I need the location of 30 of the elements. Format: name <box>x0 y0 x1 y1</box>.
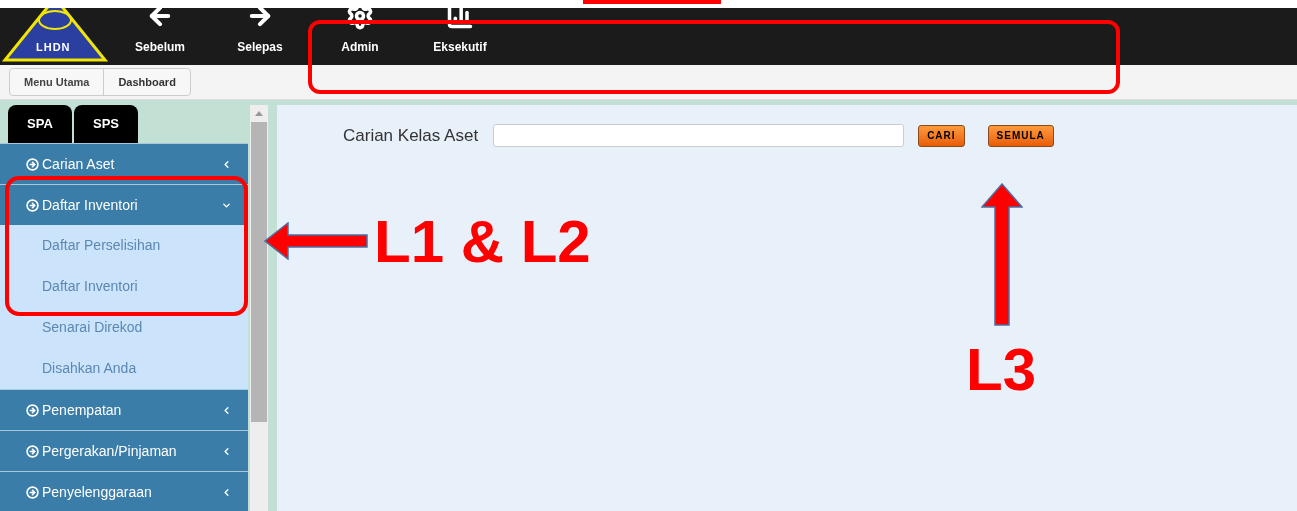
search-action-button[interactable]: CARI <box>918 124 965 147</box>
up-arrow-icon <box>981 183 1023 326</box>
scroll-up-icon <box>255 111 263 116</box>
search-field[interactable] <box>493 124 905 148</box>
bar-chart-icon <box>446 8 474 30</box>
menu-section-label: Penyelenggaraan <box>42 482 153 502</box>
search-label: Carian Kelas Aset <box>343 125 479 147</box>
nav-button[interactable]: Selepas <box>210 8 310 65</box>
nav-button[interactable]: Admin <box>310 8 410 65</box>
menu-section-label: Carian Aset <box>42 154 116 174</box>
menu-section-label: Pergerakan/Pinjaman <box>42 441 178 461</box>
sidebar-tab[interactable]: SPS <box>74 105 138 143</box>
menu-section-label: Daftar Inventori <box>42 195 139 215</box>
annotation-label: L1 & L2 <box>374 212 591 272</box>
menu-section[interactable]: Penempatan <box>0 389 248 430</box>
menu-section-label: Penempatan <box>42 400 123 420</box>
breadcrumb-link[interactable]: Menu Utama <box>10 69 105 95</box>
breadcrumb-link[interactable]: Dashboard <box>104 69 190 95</box>
gear-icon <box>346 8 374 30</box>
sidebar-tab[interactable]: SPA <box>8 105 72 143</box>
annotation-label: L3 <box>966 340 1037 400</box>
menu-section[interactable]: Carian Aset <box>0 143 248 184</box>
menu-section[interactable]: Pergerakan/Pinjaman <box>0 430 248 471</box>
logo: LHDN <box>0 8 110 65</box>
search-action-button[interactable]: SEMULA <box>987 124 1054 147</box>
scrollbar[interactable] <box>250 105 268 511</box>
nav-button[interactable]: Eksekutif <box>410 8 510 65</box>
nav-button[interactable]: Sebelum <box>110 8 210 65</box>
left-arrow-icon <box>264 222 368 260</box>
menu-section[interactable]: Penyelenggaraan <box>0 471 248 511</box>
